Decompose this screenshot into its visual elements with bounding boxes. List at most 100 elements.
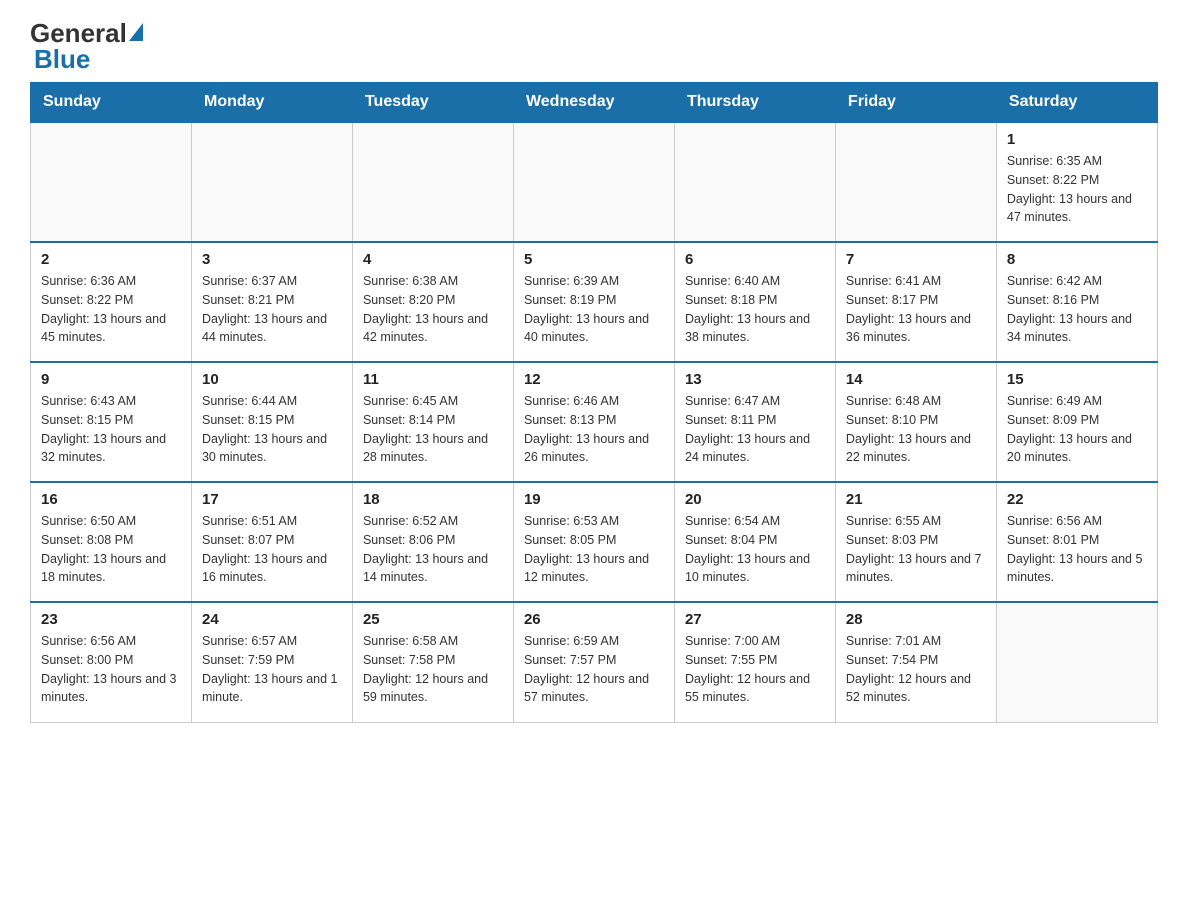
calendar-cell: 9Sunrise: 6:43 AM Sunset: 8:15 PM Daylig… [31,362,192,482]
calendar-cell [996,602,1157,722]
day-info: Sunrise: 6:48 AM Sunset: 8:10 PM Dayligh… [846,392,986,467]
day-info: Sunrise: 6:46 AM Sunset: 8:13 PM Dayligh… [524,392,664,467]
day-info: Sunrise: 7:00 AM Sunset: 7:55 PM Dayligh… [685,632,825,707]
calendar-cell [674,122,835,242]
calendar-cell [513,122,674,242]
day-number: 6 [685,251,825,268]
calendar-cell: 27 Sunrise: 7:00 AM Sunset: 7:55 PM Dayli… [674,602,835,722]
day-number: 18 [363,491,503,508]
calendar-cell: 25Sunrise: 6:58 AM Sunset: 7:58 PM Dayli… [352,602,513,722]
day-number: 11 [363,371,503,388]
calendar-cell [835,122,996,242]
day-number: 5 [524,251,664,268]
weekday-wednesday: Wednesday [513,83,674,123]
calendar-cell: 20 Sunrise: 6:54 AM Sunset: 8:04 PM Dayli… [674,482,835,602]
calendar-cell: 21 Sunrise: 6:55 AM Sunset: 8:03 PM Dayli… [835,482,996,602]
day-number: 7 [846,251,986,268]
calendar-cell: 23Sunrise: 6:56 AM Sunset: 8:00 PM Dayli… [31,602,192,722]
day-number: 20 [685,491,825,508]
calendar-cell: 3Sunrise: 6:37 AM Sunset: 8:21 PM Daylig… [191,242,352,362]
page-header: General Blue [30,20,1158,72]
calendar-cell: 19 Sunrise: 6:53 AM Sunset: 8:05 PM Dayli… [513,482,674,602]
day-number: 28 [846,611,986,628]
day-info: Sunrise: 7:01 AM Sunset: 7:54 PM Dayligh… [846,632,986,707]
day-number: 15 [1007,371,1147,388]
calendar-cell: 12 Sunrise: 6:46 AM Sunset: 8:13 PM Dayli… [513,362,674,482]
calendar-cell: 26 Sunrise: 6:59 AM Sunset: 7:57 PM Dayli… [513,602,674,722]
day-info: Sunrise: 6:50 AM Sunset: 8:08 PM Dayligh… [41,512,181,587]
day-info: Sunrise: 6:40 AM Sunset: 8:18 PM Dayligh… [685,272,825,347]
week-row-2: 2Sunrise: 6:36 AM Sunset: 8:22 PM Daylig… [31,242,1158,362]
calendar-cell: 4Sunrise: 6:38 AM Sunset: 8:20 PM Daylig… [352,242,513,362]
day-number: 8 [1007,251,1147,268]
calendar-cell: 1 Sunrise: 6:35 AM Sunset: 8:22 PM Daylig… [996,122,1157,242]
day-number: 16 [41,491,181,508]
calendar-cell: 17 Sunrise: 6:51 AM Sunset: 8:07 PM Dayli… [191,482,352,602]
weekday-sunday: Sunday [31,83,192,123]
calendar-cell: 10 Sunrise: 6:44 AM Sunset: 8:15 PM Dayli… [191,362,352,482]
calendar-cell: 2Sunrise: 6:36 AM Sunset: 8:22 PM Daylig… [31,242,192,362]
logo-triangle-icon [129,23,143,41]
calendar-cell: 8 Sunrise: 6:42 AM Sunset: 8:16 PM Daylig… [996,242,1157,362]
day-info: Sunrise: 6:56 AM Sunset: 8:00 PM Dayligh… [41,632,181,707]
day-number: 9 [41,371,181,388]
day-info: Sunrise: 6:55 AM Sunset: 8:03 PM Dayligh… [846,512,986,587]
calendar-cell [191,122,352,242]
day-info: Sunrise: 6:39 AM Sunset: 8:19 PM Dayligh… [524,272,664,347]
week-row-3: 9Sunrise: 6:43 AM Sunset: 8:15 PM Daylig… [31,362,1158,482]
day-number: 1 [1007,131,1147,148]
week-row-5: 23Sunrise: 6:56 AM Sunset: 8:00 PM Dayli… [31,602,1158,722]
day-number: 26 [524,611,664,628]
day-info: Sunrise: 6:53 AM Sunset: 8:05 PM Dayligh… [524,512,664,587]
day-number: 27 [685,611,825,628]
calendar-cell: 22Sunrise: 6:56 AM Sunset: 8:01 PM Dayli… [996,482,1157,602]
day-number: 2 [41,251,181,268]
day-number: 12 [524,371,664,388]
calendar-cell: 15 Sunrise: 6:49 AM Sunset: 8:09 PM Dayli… [996,362,1157,482]
day-info: Sunrise: 6:51 AM Sunset: 8:07 PM Dayligh… [202,512,342,587]
day-info: Sunrise: 6:41 AM Sunset: 8:17 PM Dayligh… [846,272,986,347]
day-info: Sunrise: 6:47 AM Sunset: 8:11 PM Dayligh… [685,392,825,467]
weekday-tuesday: Tuesday [352,83,513,123]
day-number: 25 [363,611,503,628]
calendar-cell: 16 Sunrise: 6:50 AM Sunset: 8:08 PM Dayli… [31,482,192,602]
calendar-cell [352,122,513,242]
calendar-cell: 13 Sunrise: 6:47 AM Sunset: 8:11 PM Dayli… [674,362,835,482]
calendar-table: SundayMondayTuesdayWednesdayThursdayFrid… [30,82,1158,723]
weekday-friday: Friday [835,83,996,123]
day-number: 14 [846,371,986,388]
calendar-cell: 28 Sunrise: 7:01 AM Sunset: 7:54 PM Dayli… [835,602,996,722]
calendar-cell [31,122,192,242]
weekday-header-row: SundayMondayTuesdayWednesdayThursdayFrid… [31,83,1158,123]
day-info: Sunrise: 6:57 AM Sunset: 7:59 PM Dayligh… [202,632,342,707]
day-number: 10 [202,371,342,388]
calendar-cell: 11 Sunrise: 6:45 AM Sunset: 8:14 PM Dayli… [352,362,513,482]
calendar-cell: 6 Sunrise: 6:40 AM Sunset: 8:18 PM Daylig… [674,242,835,362]
day-info: Sunrise: 6:35 AM Sunset: 8:22 PM Dayligh… [1007,152,1147,227]
logo-blue-text: Blue [34,46,90,72]
calendar-cell: 5 Sunrise: 6:39 AM Sunset: 8:19 PM Daylig… [513,242,674,362]
calendar-cell: 24 Sunrise: 6:57 AM Sunset: 7:59 PM Dayli… [191,602,352,722]
logo-general-text: General [30,20,127,46]
day-number: 21 [846,491,986,508]
weekday-thursday: Thursday [674,83,835,123]
day-info: Sunrise: 6:56 AM Sunset: 8:01 PM Dayligh… [1007,512,1147,587]
day-number: 3 [202,251,342,268]
day-info: Sunrise: 6:52 AM Sunset: 8:06 PM Dayligh… [363,512,503,587]
calendar-cell: 7 Sunrise: 6:41 AM Sunset: 8:17 PM Daylig… [835,242,996,362]
day-number: 17 [202,491,342,508]
week-row-4: 16 Sunrise: 6:50 AM Sunset: 8:08 PM Dayli… [31,482,1158,602]
day-info: Sunrise: 6:59 AM Sunset: 7:57 PM Dayligh… [524,632,664,707]
day-info: Sunrise: 6:45 AM Sunset: 8:14 PM Dayligh… [363,392,503,467]
weekday-monday: Monday [191,83,352,123]
day-info: Sunrise: 6:42 AM Sunset: 8:16 PM Dayligh… [1007,272,1147,347]
day-number: 13 [685,371,825,388]
day-info: Sunrise: 6:38 AM Sunset: 8:20 PM Dayligh… [363,272,503,347]
day-number: 24 [202,611,342,628]
day-info: Sunrise: 6:54 AM Sunset: 8:04 PM Dayligh… [685,512,825,587]
day-number: 19 [524,491,664,508]
weekday-saturday: Saturday [996,83,1157,123]
calendar-cell: 14 Sunrise: 6:48 AM Sunset: 8:10 PM Dayli… [835,362,996,482]
day-info: Sunrise: 6:49 AM Sunset: 8:09 PM Dayligh… [1007,392,1147,467]
day-info: Sunrise: 6:44 AM Sunset: 8:15 PM Dayligh… [202,392,342,467]
